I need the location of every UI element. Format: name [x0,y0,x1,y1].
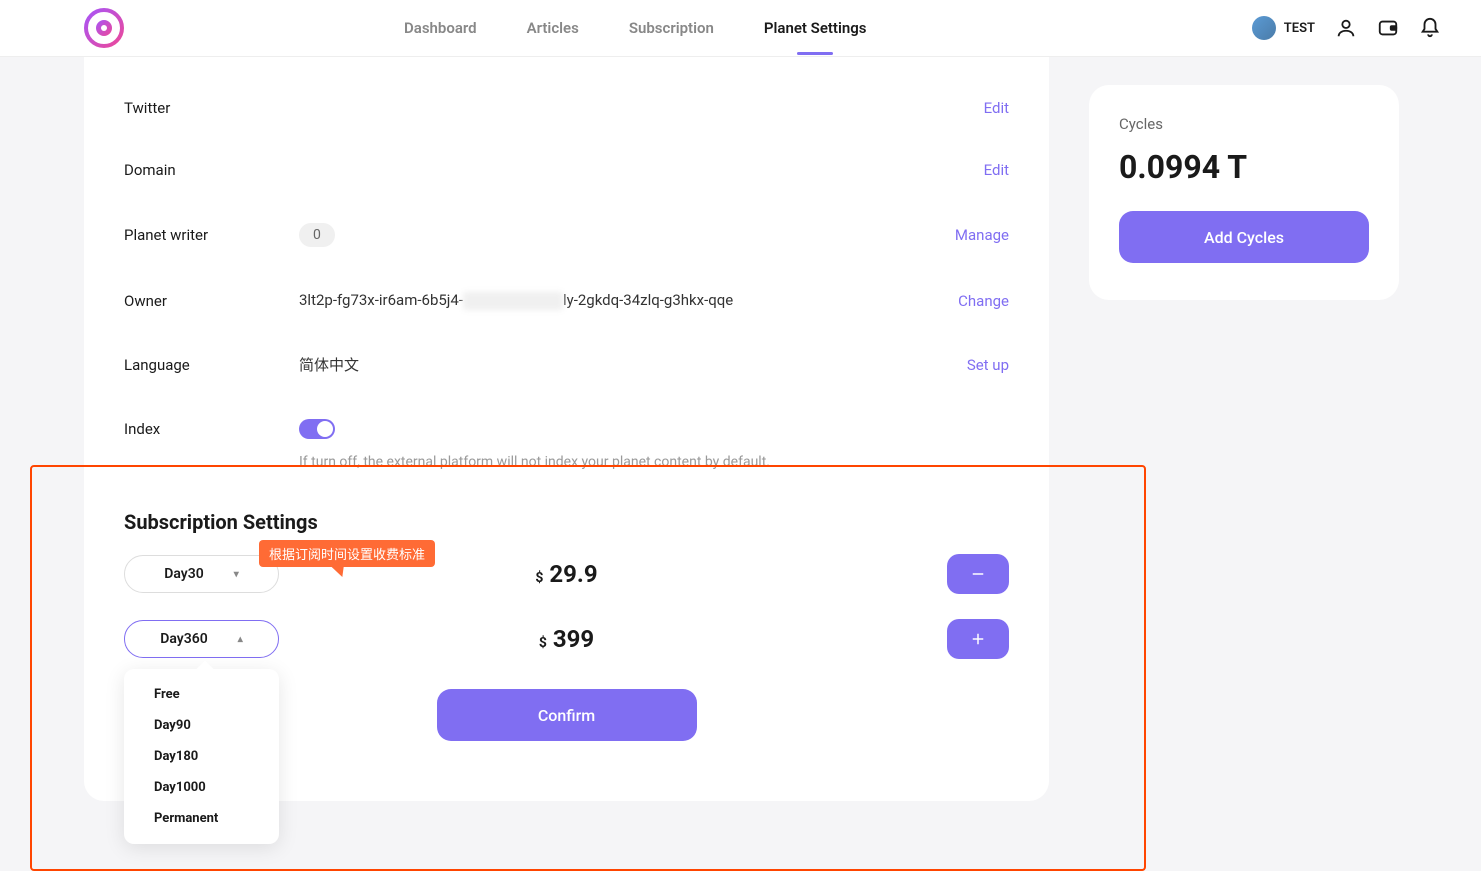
planet-writer-row: Planet writer 0 Manage [124,201,1009,269]
dropdown-option-permanent[interactable]: Permanent [124,803,279,834]
cycles-label: Cycles [1119,115,1369,133]
wallet-icon[interactable] [1377,17,1399,39]
dropdown-option-day180[interactable]: Day180 [124,741,279,772]
language-setup-link[interactable]: Set up [967,356,1009,374]
period-label: Day360 [160,631,207,647]
twitter-label: Twitter [124,99,299,117]
index-label: Index [124,420,299,438]
content-panel: Twitter Edit Domain Edit Planet writer 0… [84,57,1049,801]
language-label: Language [124,356,299,374]
owner-value: 3lt2p-fg73x-ir6am-6b5j4-ly-2gkdq-34zlq-g… [299,291,958,310]
header-right: TEST [1252,16,1441,40]
index-value [299,419,1009,439]
header: Dashboard Articles Subscription Planet S… [0,0,1481,57]
index-toggle[interactable] [299,419,335,439]
user-icon[interactable] [1335,17,1357,39]
redacted-segment [463,292,563,310]
chevron-down-icon: ▾ [234,569,239,580]
domain-label: Domain [124,161,299,179]
main-area: Twitter Edit Domain Edit Planet writer 0… [0,57,1481,801]
price-2: 399 [553,625,594,653]
price-row-1: Day30 ▾ $ 29.9 [124,554,1009,594]
add-row-button[interactable] [947,619,1009,659]
main-nav: Dashboard Articles Subscription Planet S… [404,1,867,55]
period-dropdown: Free Day90 Day180 Day1000 Permanent [124,669,279,844]
period-label: Day30 [164,566,203,582]
owner-row: Owner 3lt2p-fg73x-ir6am-6b5j4-ly-2gkdq-3… [124,269,1009,332]
dropdown-option-free[interactable]: Free [124,679,279,710]
add-cycles-button[interactable]: Add Cycles [1119,211,1369,263]
planet-writer-manage-link[interactable]: Manage [955,226,1009,244]
app-logo[interactable] [84,8,124,48]
dropdown-option-day1000[interactable]: Day1000 [124,772,279,803]
currency-2: $ [539,635,547,651]
nav-dashboard[interactable]: Dashboard [404,1,477,55]
owner-change-link[interactable]: Change [958,292,1009,310]
language-row: Language 简体中文 Set up [124,332,1009,397]
period-select-day30[interactable]: Day30 ▾ [124,555,279,593]
price-display-2: $ 399 [539,625,594,653]
subscription-section: Subscription Settings 根据订阅时间设置收费标准 Day30… [124,490,1009,761]
chevron-up-icon: ▴ [238,634,243,645]
language-value: 简体中文 [299,354,967,375]
avatar[interactable] [1252,16,1276,40]
writer-count-badge: 0 [299,223,335,247]
twitter-edit-link[interactable]: Edit [984,99,1009,117]
domain-edit-link[interactable]: Edit [984,161,1009,179]
price-1: 29.9 [549,560,597,588]
twitter-row: Twitter Edit [124,77,1009,139]
index-row: Index [124,397,1009,444]
owner-label: Owner [124,292,299,310]
price-row-2: Day360 ▴ $ 399 Free Day90 Day180 Day1000… [124,619,1009,659]
username: TEST [1284,21,1315,36]
currency-1: $ [535,570,543,586]
bell-icon[interactable] [1419,17,1441,39]
nav-planet-settings[interactable]: Planet Settings [764,1,867,55]
nav-subscription[interactable]: Subscription [629,1,714,55]
planet-writer-value: 0 [299,223,955,247]
cycles-card: Cycles 0.0994 T Add Cycles [1089,85,1399,300]
tooltip-badge: 根据订阅时间设置收费标准 [259,540,435,567]
cycles-value: 0.0994 T [1119,148,1369,186]
price-display-1: $ 29.9 [535,560,597,588]
nav-articles[interactable]: Articles [527,1,579,55]
dropdown-option-day90[interactable]: Day90 [124,710,279,741]
confirm-button[interactable]: Confirm [437,689,697,741]
remove-row-button[interactable] [947,554,1009,594]
index-help-text: If turn off, the external platform will … [299,454,1009,470]
period-select-day360[interactable]: Day360 ▴ [124,620,279,658]
subscription-title: Subscription Settings [124,510,1009,534]
domain-row: Domain Edit [124,139,1009,201]
planet-writer-label: Planet writer [124,226,299,244]
